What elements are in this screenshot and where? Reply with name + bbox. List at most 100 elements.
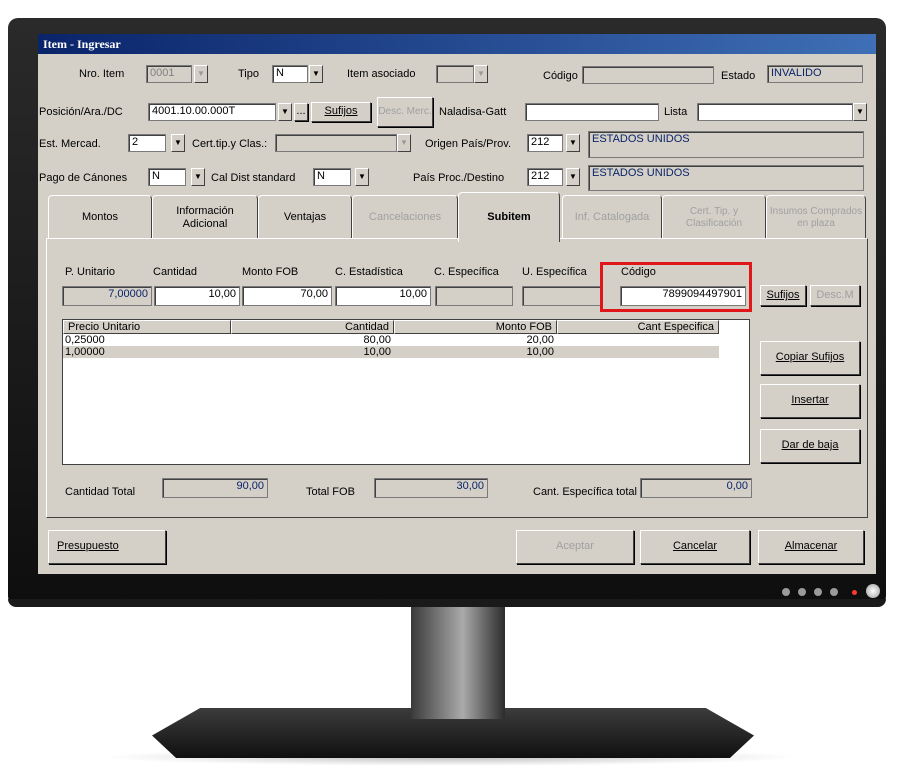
pais-proc-name-field: ESTADOS UNIDOS — [588, 165, 864, 191]
u-especifica-field — [522, 286, 602, 306]
insertar-button[interactable]: Insertar — [760, 384, 860, 418]
codigo-field — [582, 66, 714, 84]
naladisa-label: Naladisa-Gatt — [439, 106, 507, 118]
item-asociado-label: Item asociado — [347, 68, 416, 80]
cal-dist-label: Cal Dist standard — [211, 172, 296, 184]
cal-dist-field[interactable]: N — [313, 168, 351, 186]
est-mercad-field[interactable]: 2 — [128, 134, 166, 152]
estado-field: INVALIDO — [767, 65, 863, 83]
window-titlebar: Item - Ingresar — [38, 34, 876, 54]
c-especifica-field — [435, 286, 513, 306]
cert-label: Cert.tip.y Clas.: — [192, 138, 268, 150]
tab-cancelaciones[interactable]: Cancelaciones — [352, 195, 458, 239]
posicion-label: Posición/Ara./DC — [39, 106, 123, 118]
subitem-table[interactable]: Precio Unitario Cantidad Monto FOB Cant … — [62, 319, 750, 465]
aceptar-button[interactable]: Aceptar — [516, 530, 634, 564]
cantidad-field[interactable]: 10,00 — [154, 286, 240, 306]
lista-field[interactable] — [697, 103, 853, 121]
monitor-neck — [411, 607, 505, 719]
monitor-bezel-edge — [8, 599, 886, 607]
cert-dropdown-icon: ▼ — [397, 134, 411, 152]
desc-m-button[interactable]: Desc.M — [810, 285, 860, 306]
item-asociado-field — [436, 65, 474, 83]
power-led-icon — [852, 590, 857, 595]
nro-item-label: Nro. Item — [79, 68, 125, 80]
cant-especifica-total-field: 0,00 — [640, 478, 752, 498]
tab-ventajas[interactable]: Ventajas — [258, 195, 352, 239]
pago-label: Pago de Cánones — [39, 172, 128, 184]
subitem-sufijos-button[interactable]: Sufijos — [760, 285, 806, 306]
posicion-ellipsis-button[interactable]: ... — [294, 103, 308, 121]
c-especifica-label: C. Específica — [434, 266, 499, 278]
pais-proc-code-field[interactable]: 212 — [527, 168, 563, 186]
codigo-label: Código — [543, 70, 578, 82]
power-button-icon[interactable] — [866, 584, 880, 598]
column-header-monto-fob[interactable]: Monto FOB — [394, 320, 557, 334]
table-cell: 1,00000 — [65, 346, 105, 358]
table-cell: 10,00 — [526, 346, 554, 358]
table-cell: 0,25000 — [65, 334, 105, 346]
pago-field[interactable]: N — [148, 168, 186, 186]
monto-fob-label: Monto FOB — [242, 266, 299, 278]
app-window: Item - Ingresar Nro. Item 0001 ▼ Tipo N … — [38, 34, 876, 574]
tipo-label: Tipo — [238, 68, 259, 80]
origen-name-field: ESTADOS UNIDOS — [588, 131, 864, 158]
nro-item-field: 0001 — [146, 65, 192, 83]
copiar-sufijos-button[interactable]: Copiar Sufijos — [760, 341, 860, 375]
cal-dist-dropdown-icon[interactable]: ▼ — [355, 168, 369, 186]
desc-merc-button[interactable]: Desc. Merc. — [377, 97, 433, 127]
pais-proc-dropdown-icon[interactable]: ▼ — [566, 168, 580, 186]
presupuesto-button[interactable]: Presupuesto — [48, 530, 166, 564]
window-title: Item - Ingresar — [43, 37, 121, 51]
tab-informacion-adicional[interactable]: Información Adicional — [152, 195, 258, 239]
tipo-field[interactable]: N — [272, 65, 308, 83]
codigo-highlight-box — [600, 262, 752, 312]
p-unitario-label: P. Unitario — [65, 266, 115, 278]
cant-especifica-total-label: Cant. Específica total — [533, 486, 637, 498]
est-mercad-dropdown-icon[interactable]: ▼ — [171, 134, 185, 152]
table-cell: 80,00 — [363, 334, 391, 346]
nro-item-dropdown-icon: ▼ — [194, 65, 208, 83]
est-mercad-label: Est. Mercad. — [39, 138, 101, 150]
origen-label: Origen País/Prov. — [425, 138, 511, 150]
cantidad-total-label: Cantidad Total — [65, 486, 136, 498]
dar-de-baja-button[interactable]: Dar de baja — [760, 429, 860, 463]
cantidad-label: Cantidad — [153, 266, 198, 278]
column-header-cantidad[interactable]: Cantidad — [231, 320, 394, 334]
naladisa-field[interactable] — [525, 103, 659, 121]
item-asociado-dropdown-icon: ▼ — [474, 65, 488, 83]
table-row[interactable]: 0,25000 80,00 20,00 — [63, 334, 719, 346]
column-header-precio-unitario[interactable]: Precio Unitario — [63, 320, 231, 334]
monto-fob-field[interactable]: 70,00 — [242, 286, 332, 306]
table-cell: 20,00 — [526, 334, 554, 346]
cantidad-total-field: 90,00 — [162, 478, 268, 498]
monitor-button-icon[interactable] — [798, 588, 806, 596]
cancelar-button[interactable]: Cancelar — [640, 530, 750, 564]
lista-dropdown-icon[interactable]: ▼ — [853, 103, 867, 121]
u-especifica-label: U. Específica — [522, 266, 587, 278]
monitor-button-icon[interactable] — [814, 588, 822, 596]
posicion-dropdown-icon[interactable]: ▼ — [278, 103, 292, 121]
total-fob-label: Total FOB — [306, 486, 355, 498]
tab-subitem[interactable]: Subitem — [458, 192, 560, 242]
almacenar-button[interactable]: Almacenar — [758, 530, 864, 564]
tab-inf-catalogada[interactable]: Inf. Catalogada — [562, 195, 662, 239]
origen-dropdown-icon[interactable]: ▼ — [566, 134, 580, 152]
origen-code-field[interactable]: 212 — [527, 134, 563, 152]
total-fob-field: 30,00 — [374, 478, 488, 498]
pais-proc-label: País Proc./Destino — [413, 172, 505, 184]
c-estadistica-label: C. Estadística — [335, 266, 403, 278]
sufijos-button[interactable]: Sufijos — [311, 102, 371, 122]
pago-dropdown-icon[interactable]: ▼ — [191, 168, 205, 186]
tipo-dropdown-icon[interactable]: ▼ — [309, 65, 323, 83]
monitor-button-icon[interactable] — [830, 588, 838, 596]
c-estadistica-field[interactable]: 10,00 — [335, 286, 431, 306]
table-row[interactable]: 1,00000 10,00 10,00 — [63, 346, 719, 358]
tab-insumos-comprados[interactable]: Insumos Comprados en plaza — [766, 195, 866, 239]
table-cell: 10,00 — [363, 346, 391, 358]
tab-montos[interactable]: Montos — [48, 195, 152, 239]
tab-cert-tip-clasificacion[interactable]: Cert. Tip. y Clasificación — [662, 195, 766, 239]
posicion-field[interactable]: 4001.10.00.000T — [148, 103, 276, 121]
monitor-button-icon[interactable] — [782, 588, 790, 596]
column-header-cant-especifica[interactable]: Cant Especifica — [557, 320, 719, 334]
